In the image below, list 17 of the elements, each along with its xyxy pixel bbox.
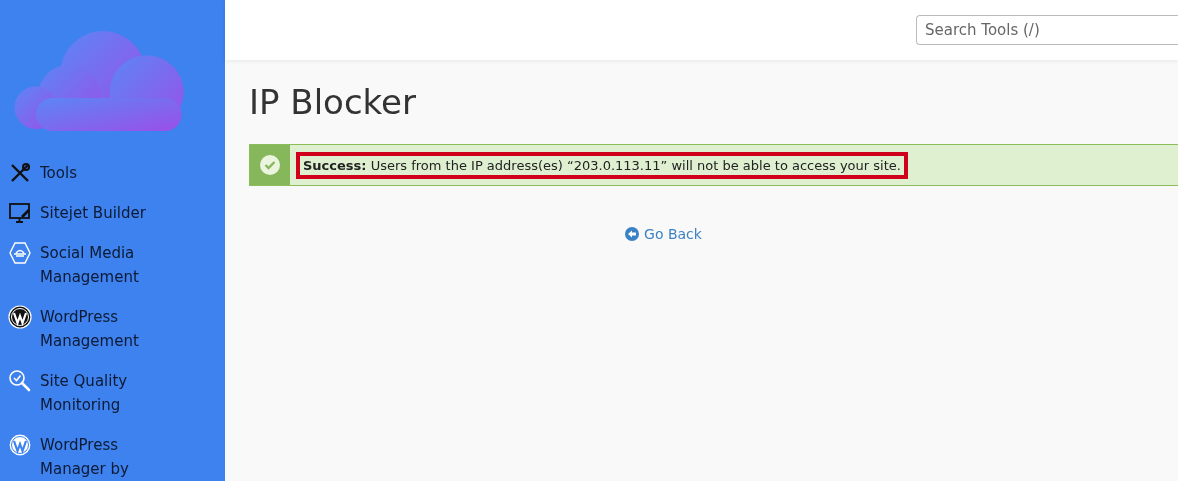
magnifier-check-icon <box>8 369 32 393</box>
sidebar-item[interactable]: Tools <box>8 161 225 185</box>
search-field[interactable]: Search Tools (/) <box>916 15 1178 45</box>
sidebar-item[interactable]: WordPress Management <box>8 305 225 353</box>
wordpress-icon <box>8 305 32 329</box>
sidebar-item[interactable]: Site Quality Monitoring <box>8 369 225 417</box>
sidebar-item[interactable]: Sitejet Builder <box>8 201 225 225</box>
page-title: IP Blocker <box>249 82 417 122</box>
hexagon-icon <box>8 241 32 265</box>
check-icon <box>260 155 280 175</box>
alert-message: Success: Users from the IP address(es) “203.0.113.11” will not be able to access your site. <box>296 151 908 179</box>
monitor-pen-icon <box>8 201 32 225</box>
go-back-link[interactable]: Go Back <box>625 226 702 242</box>
sidebar-item[interactable]: Social Media Management <box>8 241 225 289</box>
wordpress-icon <box>8 433 32 457</box>
back-arrow-icon <box>625 227 640 241</box>
sidebar-item[interactable]: WordPress Manager by <box>8 433 225 481</box>
